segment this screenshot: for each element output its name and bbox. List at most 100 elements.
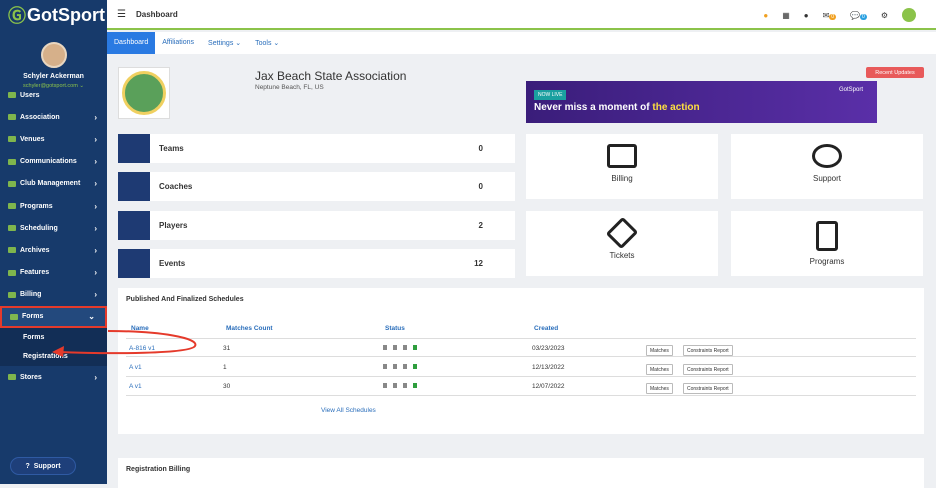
sidebar-item-association[interactable]: Association › (0, 106, 107, 128)
sidebar-item-club-management[interactable]: Club Management › (0, 173, 107, 195)
sidebar-item-forms[interactable]: Forms ⌄ (0, 305, 107, 329)
sidebar-item-venues[interactable]: Venues › (0, 128, 107, 150)
schedules-card: Published And Finalized Schedules Name M… (118, 288, 924, 434)
banner-message: Never miss a moment of the action (534, 102, 700, 113)
user-icon[interactable]: ● (804, 11, 809, 20)
topbar: ☰ Dashboard ● ▦ ● ✉ 0 💬 0 ⚙ (107, 0, 936, 30)
support-button[interactable]: ? Support (10, 457, 76, 475)
grid-icon[interactable]: ▦ (782, 11, 790, 20)
sidebar-subitem-forms[interactable]: Forms (0, 328, 107, 348)
note-icon[interactable] (393, 383, 397, 388)
profile-name: Schyler Ackerman (23, 73, 84, 80)
tag-icon[interactable] (403, 364, 407, 369)
tile-tickets[interactable]: Tickets (526, 211, 718, 276)
bookmark-icon[interactable] (383, 345, 387, 350)
ticket-icon (605, 216, 639, 250)
col-name[interactable]: Name (131, 325, 149, 332)
avatar[interactable] (40, 42, 67, 68)
credit-card-icon (607, 144, 637, 168)
image-icon[interactable] (413, 383, 417, 388)
image-icon[interactable] (413, 364, 417, 369)
chevron-right-icon: › (94, 112, 97, 122)
constraints-report-button[interactable]: Constraints Report (683, 345, 733, 356)
matches-button[interactable]: Matches (646, 345, 673, 356)
stat-players[interactable]: Players 2 (118, 211, 515, 240)
chevron-right-icon: › (94, 157, 97, 167)
view-all-schedules-link[interactable]: View All Schedules (321, 407, 376, 414)
bookmark-icon[interactable] (383, 364, 387, 369)
col-matches[interactable]: Matches Count (226, 325, 273, 332)
help-icon[interactable]: ● (763, 11, 768, 20)
tile-support[interactable]: Support (731, 134, 923, 199)
constraints-report-button[interactable]: Constraints Report (683, 364, 733, 375)
sidebar-item-scheduling[interactable]: Scheduling › (0, 217, 107, 239)
created-date: 12/07/2022 (532, 383, 565, 390)
bookmark-icon[interactable] (383, 383, 387, 388)
constraints-report-button[interactable]: Constraints Report (683, 383, 733, 394)
sidebar-item-stores[interactable]: Stores › (0, 366, 107, 388)
image-icon[interactable] (413, 345, 417, 350)
stat-events[interactable]: Events 12 (118, 249, 515, 278)
tab-affiliations[interactable]: Affiliations (155, 32, 201, 54)
hamburger-menu-icon[interactable]: ☰ (117, 9, 126, 20)
gotsport-logo[interactable]: Ⓖ GotSport (0, 0, 107, 30)
features-icon (8, 269, 16, 276)
mail-icon[interactable]: ✉ 0 (823, 11, 837, 20)
stat-teams[interactable]: Teams 0 (118, 134, 515, 163)
sidebar-item-programs[interactable]: Programs › (0, 195, 107, 217)
sidebar-item-features[interactable]: Features › (0, 262, 107, 284)
org-avatar[interactable] (902, 8, 916, 22)
association-icon (8, 114, 16, 121)
created-date: 03/23/2023 (532, 345, 565, 352)
registration-billing-title: Registration Billing (126, 466, 191, 473)
chevron-right-icon: › (94, 290, 97, 300)
tab-dashboard[interactable]: Dashboard (107, 32, 156, 54)
note-icon[interactable] (393, 345, 397, 350)
promo-banner[interactable]: NOW LIVE Never miss a moment of the acti… (526, 81, 877, 123)
chat-bubbles-icon (812, 144, 842, 168)
matches-button[interactable]: Matches (646, 383, 673, 394)
matches-count: 1 (223, 364, 227, 371)
topbar-icons: ● ▦ ● ✉ 0 💬 0 ⚙ (763, 8, 916, 22)
people-icon (118, 211, 150, 240)
stat-coaches[interactable]: Coaches 0 (118, 172, 515, 201)
shield-icon (118, 134, 150, 163)
sidebar-subitem-registrations[interactable]: Registrations (0, 347, 107, 367)
note-icon[interactable] (393, 364, 397, 369)
venues-icon (8, 136, 16, 143)
banner-tag: NOW LIVE (534, 90, 567, 100)
gear-icon[interactable]: ⚙ (881, 11, 888, 20)
recent-updates-button[interactable]: Recent Updates (866, 67, 924, 78)
programs-icon (8, 203, 16, 210)
crest-image (122, 71, 166, 115)
tag-icon[interactable] (403, 383, 407, 388)
sidebar: Ⓖ GotSport Schyler Ackerman schyler@gotsp… (0, 0, 107, 484)
sidebar-nav: Users Association › Venues › Communication… (0, 84, 107, 388)
tab-tools[interactable]: Tools ⌄ (248, 32, 286, 54)
tile-programs[interactable]: Programs (731, 211, 923, 276)
status-icons (383, 364, 423, 371)
table-row: A-816 v1 31 03/23/2023 Matches Constrain… (126, 338, 916, 357)
sidebar-item-users[interactable]: Users (0, 84, 107, 106)
matches-button[interactable]: Matches (646, 364, 673, 375)
sidebar-item-billing[interactable]: Billing › (0, 284, 107, 306)
sidebar-item-archives[interactable]: Archives › (0, 239, 107, 261)
schedule-name-link[interactable]: A v1 (129, 364, 142, 371)
stores-icon (8, 374, 16, 381)
schedule-name-link[interactable]: A v1 (129, 383, 142, 390)
schedule-name-link[interactable]: A-816 v1 (129, 345, 155, 352)
tag-icon[interactable] (403, 345, 407, 350)
status-icons (383, 345, 423, 352)
club-management-icon (8, 180, 16, 187)
table-row: A v1 30 12/07/2022 Matches Constraints R… (126, 377, 916, 396)
col-status[interactable]: Status (385, 325, 405, 332)
scheduling-icon (8, 225, 16, 232)
forms-icon (10, 313, 18, 320)
schedules-title: Published And Finalized Schedules (126, 296, 244, 303)
col-created[interactable]: Created (534, 325, 558, 332)
tab-settings[interactable]: Settings ⌄ (201, 32, 248, 54)
sidebar-item-communications[interactable]: Communications › (0, 151, 107, 173)
tile-billing[interactable]: Billing (526, 134, 718, 199)
chat-icon[interactable]: 💬 0 (850, 11, 867, 20)
users-icon (8, 92, 16, 99)
